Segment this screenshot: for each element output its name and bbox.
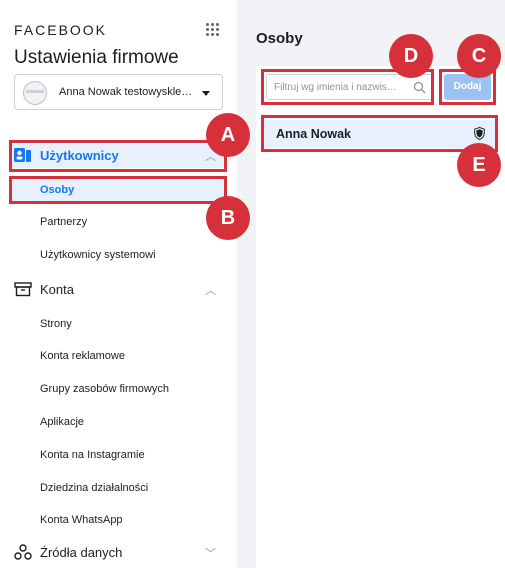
- sidebar-item-instagram[interactable]: Konta na Instagramie: [40, 449, 145, 461]
- sidebar-section-label: Konta: [40, 282, 74, 297]
- sidebar-item-strony[interactable]: Strony: [40, 318, 72, 330]
- annotation-badge-a: A: [206, 113, 250, 157]
- account-selector[interactable]: Anna Nowak testowyskle…: [14, 74, 223, 110]
- sidebar: FACEBOOK Ustawienia firmowe Anna Nowak t…: [0, 0, 237, 568]
- data-sources-icon: [14, 544, 32, 560]
- annotation-badge-b: B: [206, 196, 250, 240]
- section-title: Osoby: [256, 30, 303, 47]
- sidebar-section-label: Źródła danych: [40, 545, 123, 560]
- sidebar-item-domains[interactable]: Dziedzina działalności: [40, 482, 148, 494]
- sidebar-item-asset-groups[interactable]: Grupy zasobów firmowych: [40, 383, 169, 395]
- annotation-badge-e: E: [457, 143, 501, 187]
- highlight-users-section: [9, 140, 227, 172]
- sidebar-section-konta[interactable]: Konta ︿: [12, 278, 224, 302]
- sidebar-item-system-users[interactable]: Użytkownicy systemowi: [40, 249, 156, 261]
- facebook-brand: FACEBOOK: [14, 22, 108, 38]
- sidebar-item-partnerzy[interactable]: Partnerzy: [40, 216, 87, 228]
- account-name: Anna Nowak testowyskle…: [59, 86, 193, 98]
- annotation-badge-d: D: [389, 34, 433, 78]
- highlight-osoby-item: [9, 176, 227, 204]
- annotation-badge-c: C: [457, 34, 501, 78]
- page-heading: Ustawienia firmowe: [14, 47, 179, 68]
- sidebar-item-ad-accounts[interactable]: Konta reklamowe: [40, 350, 125, 362]
- apps-grid-icon[interactable]: [205, 22, 221, 38]
- chevron-down-icon: ﹀: [205, 548, 216, 560]
- archive-box-icon: [14, 282, 32, 297]
- caret-down-icon: [202, 91, 210, 96]
- account-avatar: [23, 81, 47, 105]
- sidebar-section-data-sources[interactable]: Źródła danych ﹀: [12, 541, 224, 565]
- highlight-person-row: [261, 115, 498, 152]
- sidebar-item-apps[interactable]: Aplikacje: [40, 416, 84, 428]
- sidebar-item-whatsapp[interactable]: Konta WhatsApp: [40, 514, 123, 526]
- chevron-up-icon: ︿: [205, 285, 216, 297]
